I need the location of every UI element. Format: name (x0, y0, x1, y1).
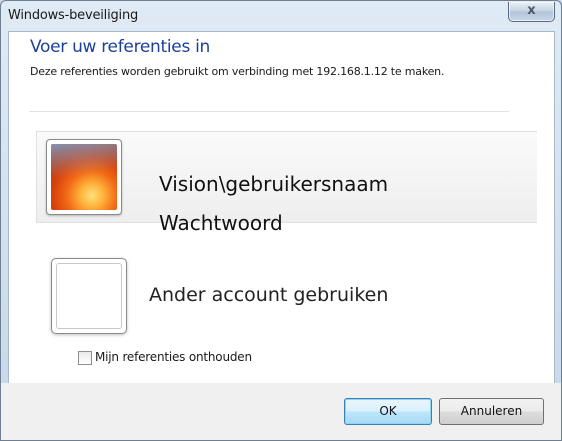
other-account-label[interactable]: Ander account gebruiken (149, 284, 388, 306)
dialog-description: Deze referenties worden gebruikt om verb… (30, 65, 445, 78)
credential-dialog: Windows-beveiliging x Voer uw referentie… (0, 0, 562, 441)
blank-user-icon (56, 263, 122, 329)
close-button[interactable]: x (508, 2, 555, 22)
cancel-button[interactable]: Annuleren (439, 398, 544, 425)
divider (29, 111, 509, 112)
window-title: Windows-beveiliging (8, 8, 139, 23)
dialog-heading: Voer uw referenties in (30, 37, 211, 57)
close-icon: x (527, 3, 536, 18)
username-field[interactable]: Vision\gebruikersnaam (159, 172, 388, 196)
user-picture-icon (46, 139, 122, 215)
remember-credentials-checkbox[interactable] (78, 351, 92, 365)
password-field[interactable]: Wachtwoord (159, 211, 283, 235)
other-account-tile-icon[interactable] (51, 258, 127, 334)
flower-picture-icon (51, 144, 117, 210)
title-bar[interactable]: Windows-beveiliging x (1, 1, 561, 29)
ok-button[interactable]: OK (344, 398, 432, 425)
remember-credentials-label[interactable]: Mijn referenties onthouden (95, 350, 252, 364)
